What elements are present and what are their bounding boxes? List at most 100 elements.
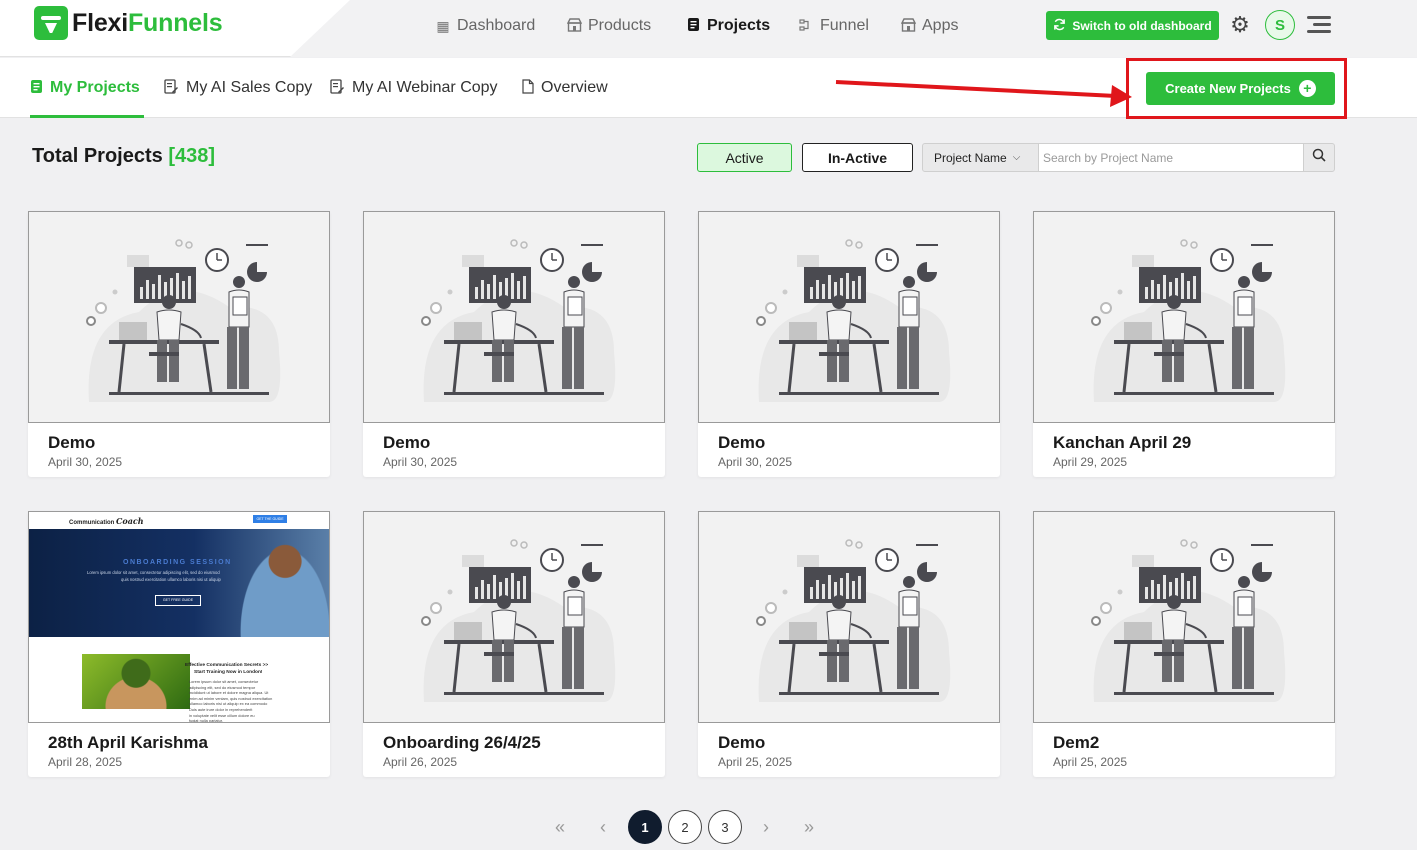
gear-icon[interactable]: ⚙ — [1228, 13, 1252, 37]
filter-active-button[interactable]: Active — [697, 143, 792, 172]
search-field-select[interactable]: Project Name ⌵ — [922, 143, 1039, 172]
project-date: April 29, 2025 — [1053, 455, 1128, 469]
project-thumbnail[interactable] — [363, 211, 665, 423]
thumb-tree-image — [82, 654, 190, 709]
project-card[interactable]: Demo April 30, 2025 — [698, 211, 1000, 477]
nav-dashboard[interactable]: ▦ Dashboard — [435, 0, 535, 52]
project-title[interactable]: Kanchan April 29 — [1053, 433, 1191, 453]
project-illustration — [756, 539, 951, 702]
thumb-body-line: fugiat nulla pariatur. — [189, 718, 223, 723]
project-thumbnail[interactable] — [698, 211, 1000, 423]
project-illustration — [86, 239, 281, 402]
file-icon — [522, 79, 534, 97]
project-card[interactable]: Demo April 30, 2025 — [363, 211, 665, 477]
logo-icon — [34, 6, 68, 40]
nav-funnel[interactable]: Funnel — [798, 0, 869, 52]
thumb-header: Communication Coach GET THE GUIDE — [29, 512, 329, 529]
nav-apps[interactable]: Apps — [900, 0, 958, 52]
thumb-hero-cta: GET FREE GUIDE — [155, 595, 201, 606]
switch-old-dashboard-label: Switch to old dashboard — [1072, 18, 1212, 33]
brand-name: FlexiFunnels — [72, 8, 223, 37]
thumb-hero: ONBOARDING SESSION Lorem ipsum dolor sit… — [29, 529, 329, 637]
nav-dashboard-label: Dashboard — [457, 17, 536, 34]
page-button-1[interactable]: 1 — [628, 810, 662, 844]
project-thumbnail[interactable] — [1033, 511, 1335, 723]
nav-apps-label: Apps — [922, 17, 959, 34]
project-card[interactable]: Dem2 April 25, 2025 — [1033, 511, 1335, 777]
brand-logo[interactable]: FlexiFunnels — [34, 6, 223, 40]
project-illustration — [421, 239, 616, 402]
thumb-hero-text: quis nostrud exercitation ullamco labori… — [121, 577, 221, 582]
create-new-projects-label: Create New Projects — [1165, 81, 1291, 96]
project-date: April 30, 2025 — [718, 455, 793, 469]
tab-my-ai-sales-copy[interactable]: My AI Sales Copy — [164, 58, 312, 118]
project-card[interactable]: Onboarding 26/4/25 April 26, 2025 — [363, 511, 665, 777]
nav-products-label: Products — [588, 17, 652, 34]
total-projects-count: [438] — [168, 145, 216, 167]
nav-funnel-label: Funnel — [820, 17, 869, 34]
first-page-icon[interactable]: « — [543, 810, 577, 844]
switch-old-dashboard-button[interactable]: Switch to old dashboard — [1046, 11, 1219, 40]
prev-page-icon[interactable]: ‹ — [586, 810, 620, 844]
tab-my-projects-label: My Projects — [50, 79, 140, 96]
tab-overview-label: Overview — [541, 79, 608, 96]
tab-overview[interactable]: Overview — [522, 58, 608, 118]
thumb-logo: Communication Coach — [69, 516, 144, 526]
project-date: April 26, 2025 — [383, 755, 458, 769]
nav-projects[interactable]: Projects — [685, 0, 770, 52]
project-thumbnail[interactable] — [698, 511, 1000, 723]
project-title[interactable]: Onboarding 26/4/25 — [383, 733, 541, 753]
project-illustration — [756, 239, 951, 402]
project-thumbnail[interactable]: Communication Coach GET THE GUIDE ONBOAR… — [28, 511, 330, 723]
thumb-cta-top: GET THE GUIDE — [253, 515, 287, 523]
tab-my-ai-webinar-copy-label: My AI Webinar Copy — [352, 79, 498, 96]
project-title[interactable]: Demo — [718, 433, 765, 453]
project-title[interactable]: Dem2 — [1053, 733, 1099, 753]
thumb-body-line: incididunt ut labore et dolore magna ali… — [189, 690, 269, 696]
project-thumbnail[interactable] — [28, 211, 330, 423]
project-illustration — [1091, 239, 1286, 402]
project-thumbnail[interactable] — [1033, 211, 1335, 423]
tab-my-ai-webinar-copy[interactable]: My AI Webinar Copy — [330, 58, 498, 118]
funnel-icon — [798, 18, 814, 35]
project-title[interactable]: Demo — [48, 433, 95, 453]
document-edit-icon — [164, 79, 179, 97]
filter-inactive-button[interactable]: In-Active — [802, 143, 913, 172]
project-title[interactable]: Demo — [718, 733, 765, 753]
project-title[interactable]: Demo — [383, 433, 430, 453]
project-card[interactable]: Demo April 30, 2025 — [28, 211, 330, 477]
thumb-section-body: Lorem ipsum dolor sit amet, consectetur a… — [189, 679, 272, 723]
nav-projects-label: Projects — [707, 17, 771, 34]
search-field-select-value: Project Name — [934, 150, 1007, 165]
hamburger-menu-icon[interactable] — [1307, 14, 1331, 34]
document-icon — [30, 79, 43, 97]
project-card[interactable]: Demo April 25, 2025 — [698, 511, 1000, 777]
apps-store-icon — [900, 17, 916, 35]
plus-icon: + — [1298, 80, 1316, 97]
project-illustration — [1091, 539, 1286, 702]
project-card[interactable]: Kanchan April 29 April 29, 2025 — [1033, 211, 1335, 477]
thumb-section-title: Start Training Now in London! — [194, 670, 263, 675]
project-illustration — [421, 539, 616, 702]
search-button[interactable] — [1303, 143, 1335, 172]
tab-my-projects[interactable]: My Projects — [30, 58, 144, 118]
project-date: April 28, 2025 — [48, 755, 123, 769]
search-icon — [1312, 148, 1326, 167]
project-thumbnail[interactable] — [363, 511, 665, 723]
next-page-icon[interactable]: › — [749, 810, 783, 844]
project-date: April 30, 2025 — [48, 455, 123, 469]
page-button-2[interactable]: 2 — [668, 810, 702, 844]
project-card[interactable]: Communication Coach GET THE GUIDE ONBOAR… — [28, 511, 330, 777]
page-button-3[interactable]: 3 — [708, 810, 742, 844]
document-icon — [685, 17, 701, 35]
tab-my-ai-sales-copy-label: My AI Sales Copy — [186, 79, 313, 96]
avatar[interactable]: S — [1265, 10, 1295, 40]
page-title: Total Projects [438] — [32, 145, 215, 168]
project-title[interactable]: 28th April Karishma — [48, 733, 208, 753]
document-edit-icon — [330, 79, 345, 97]
nav-products[interactable]: Products — [566, 0, 651, 52]
annotation-arrow — [835, 80, 1132, 107]
search-input[interactable] — [1039, 143, 1304, 172]
create-new-projects-button[interactable]: Create New Projects + — [1146, 72, 1335, 105]
last-page-icon[interactable]: » — [792, 810, 826, 844]
